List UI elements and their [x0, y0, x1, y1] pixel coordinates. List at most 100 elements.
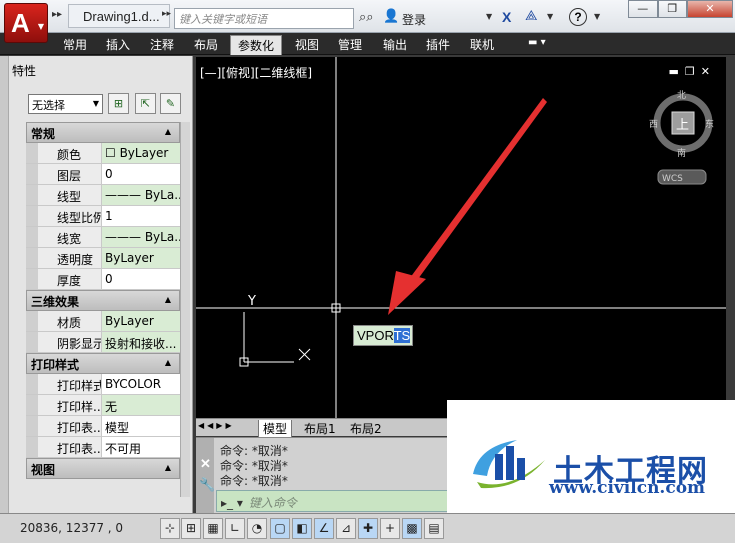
- property-value[interactable]: 不可用: [101, 437, 180, 457]
- layout-nav-arrows[interactable]: ◀◀▶▶: [198, 421, 235, 430]
- property-row[interactable]: 打印样... 无: [26, 395, 180, 416]
- property-row[interactable]: 图层 0: [26, 164, 180, 185]
- object-snap-icon[interactable]: ▢: [270, 518, 290, 539]
- collapse-icon[interactable]: ▲: [165, 295, 171, 304]
- command-input[interactable]: ▸_ ▾ 键入命令: [216, 490, 448, 512]
- property-group-header[interactable]: 打印样式 ▲: [26, 353, 180, 374]
- site-watermark: 土木工程网 www.civilcn.com: [447, 400, 735, 513]
- autodesk-360-dropdown-icon[interactable]: ▼: [547, 12, 553, 21]
- minimize-icon[interactable]: —: [628, 0, 658, 18]
- property-row[interactable]: 颜色 ☐ ByLayer: [26, 143, 180, 164]
- infer-constraints-icon[interactable]: ⊹: [160, 518, 180, 539]
- binoculars-search-icon[interactable]: ⌕⌕: [359, 10, 374, 25]
- property-value[interactable]: 0: [101, 269, 180, 289]
- ribbon-minimize-icon[interactable]: ▬ ▾: [528, 37, 546, 48]
- tab-view[interactable]: 视图: [295, 36, 319, 53]
- property-row[interactable]: 打印样式 BYCOLOR: [26, 374, 180, 395]
- selection-dropdown[interactable]: 无选择 ▼: [28, 94, 103, 114]
- login-button[interactable]: 登录: [402, 11, 426, 28]
- property-row[interactable]: 线宽 ——— ByLa...: [26, 227, 180, 248]
- property-value[interactable]: 无: [101, 395, 180, 415]
- property-value[interactable]: 投射和接收...: [101, 332, 180, 352]
- exchange-apps-icon[interactable]: X: [502, 9, 511, 25]
- property-value[interactable]: ——— ByLa...: [101, 185, 180, 205]
- property-label: 打印样...: [26, 395, 101, 415]
- help-dropdown-icon[interactable]: ▼: [594, 12, 600, 21]
- ucs-y-label: Y: [247, 294, 256, 309]
- tab-parametric[interactable]: 参数化: [230, 35, 283, 55]
- user-icon[interactable]: 👤: [383, 9, 399, 24]
- coordinate-readout[interactable]: 20836, 12377 , 0: [20, 521, 123, 535]
- tab-home[interactable]: 常用: [63, 36, 87, 53]
- tab-layout1[interactable]: 布局1: [300, 420, 340, 437]
- property-value[interactable]: ByLayer: [101, 311, 180, 331]
- collapse-icon[interactable]: ▲: [165, 358, 171, 367]
- autodesk-360-icon[interactable]: ⟁: [525, 8, 538, 24]
- palette-grip[interactable]: [0, 56, 9, 513]
- property-group-header[interactable]: 视图 ▲: [26, 458, 180, 479]
- search-input[interactable]: 键入关键字或短语: [174, 8, 354, 29]
- property-value[interactable]: 模型: [101, 416, 180, 436]
- property-value[interactable]: ByLayer: [101, 248, 180, 268]
- grid-display-icon[interactable]: ▦: [203, 518, 223, 539]
- tab-annotate[interactable]: 注释: [150, 36, 174, 53]
- command-line-grip[interactable]: ✕ 🔧: [196, 438, 215, 514]
- dynamic-input-tooltip: VPORTS: [353, 325, 413, 346]
- restore-icon[interactable]: ❐: [657, 0, 687, 18]
- lineweight-icon[interactable]: +: [380, 518, 400, 539]
- property-row[interactable]: 线型比例 1: [26, 206, 180, 227]
- property-value[interactable]: ☐ ByLayer: [101, 143, 180, 163]
- quick-access-expand-icon[interactable]: ▸▸: [52, 9, 62, 20]
- collapse-icon[interactable]: ▲: [165, 463, 171, 472]
- tab-output[interactable]: 输出: [383, 36, 407, 53]
- property-group-header[interactable]: 常规 ▲: [26, 122, 180, 143]
- palette-title: 特性: [12, 64, 37, 78]
- property-row[interactable]: 打印表... 模型: [26, 416, 180, 437]
- tab-manage[interactable]: 管理: [338, 36, 362, 53]
- quick-properties-icon[interactable]: ▤: [424, 518, 444, 539]
- tab-insert[interactable]: 插入: [106, 36, 130, 53]
- title-expand-icon[interactable]: ▸▸: [162, 9, 171, 19]
- property-row[interactable]: 厚度 0: [26, 269, 180, 290]
- property-row[interactable]: 阴影显示 投射和接收...: [26, 332, 180, 353]
- status-bar: 20836, 12377 , 0 ⊹ ⊞ ▦ ∟ ◔ ▢ ◧ ∠ ⊿ ✚ + ▩…: [0, 513, 735, 543]
- customize-wrench-icon[interactable]: 🔧: [199, 478, 215, 493]
- property-row[interactable]: 材质 ByLayer: [26, 311, 180, 332]
- ucs-icon: Y: [239, 294, 311, 367]
- object-snap-tracking-icon[interactable]: ∠: [314, 518, 334, 539]
- 3d-object-snap-icon[interactable]: ◧: [292, 518, 312, 539]
- property-group-header[interactable]: 三维效果 ▲: [26, 290, 180, 311]
- close-icon[interactable]: ✕: [687, 0, 733, 18]
- tab-online[interactable]: 联机: [470, 36, 494, 53]
- property-value[interactable]: BYCOLOR: [101, 374, 180, 394]
- dynamic-ucs-icon[interactable]: ⊿: [336, 518, 356, 539]
- ortho-mode-icon[interactable]: ∟: [225, 518, 245, 539]
- application-menu-button[interactable]: A ▼: [4, 3, 48, 43]
- property-row[interactable]: 线型 ——— ByLa...: [26, 185, 180, 206]
- select-objects-icon[interactable]: ⇱: [135, 93, 156, 114]
- palette-scrollbar[interactable]: [180, 122, 190, 497]
- tab-layout2[interactable]: 布局2: [346, 420, 386, 437]
- quick-select-icon[interactable]: ✎: [160, 93, 181, 114]
- property-value[interactable]: 0: [101, 164, 180, 184]
- help-icon[interactable]: ?: [569, 8, 587, 26]
- tab-model[interactable]: 模型: [258, 420, 293, 438]
- collapse-icon[interactable]: ▲: [165, 127, 171, 136]
- property-value[interactable]: ——— ByLa...: [101, 227, 180, 247]
- property-row[interactable]: 打印表... 不可用: [26, 437, 180, 458]
- drawing-viewport[interactable]: [—][俯视][二维线框] ▬❐✕ Y 上 北 南 东 西 WCS VPORTS: [196, 57, 726, 418]
- dynamic-input-icon[interactable]: ✚: [358, 518, 378, 539]
- close-icon[interactable]: ✕: [200, 456, 211, 472]
- snap-mode-icon[interactable]: ⊞: [181, 518, 201, 539]
- login-dropdown-icon[interactable]: ▼: [486, 12, 492, 21]
- viewcube[interactable]: 上 北 南 东 西 WCS: [649, 90, 714, 185]
- toggle-pickadd-icon[interactable]: ⊞: [108, 93, 129, 114]
- document-title: Drawing1.d...: [68, 4, 170, 28]
- property-row[interactable]: 透明度 ByLayer: [26, 248, 180, 269]
- property-value[interactable]: 1: [101, 206, 180, 226]
- tab-plugins[interactable]: 插件: [426, 36, 450, 53]
- transparency-icon[interactable]: ▩: [402, 518, 422, 539]
- command-prompt-icon[interactable]: ▸_ ▾: [221, 496, 243, 510]
- tab-layout[interactable]: 布局: [194, 36, 218, 53]
- polar-tracking-icon[interactable]: ◔: [247, 518, 267, 539]
